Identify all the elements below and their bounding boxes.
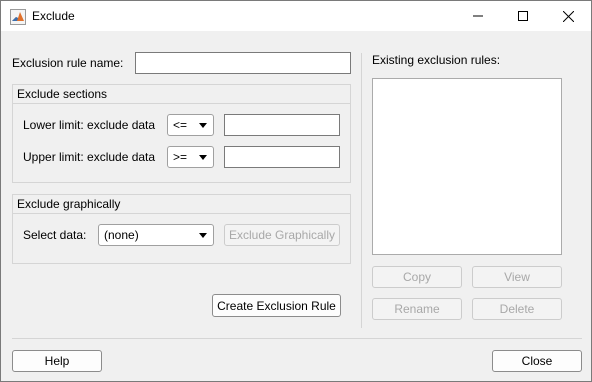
- vertical-divider: [361, 53, 362, 328]
- exclude-sections-title: Exclude sections: [13, 85, 350, 104]
- close-window-button[interactable]: [545, 1, 591, 31]
- close-button[interactable]: Close: [492, 350, 582, 372]
- close-icon: [562, 10, 574, 22]
- window-title: Exclude: [32, 9, 75, 23]
- exclude-graphically-title: Exclude graphically: [13, 195, 350, 214]
- copy-button[interactable]: Copy: [372, 266, 462, 288]
- delete-button[interactable]: Delete: [472, 298, 562, 320]
- select-data-label: Select data:: [23, 228, 87, 242]
- exclude-graphically-button[interactable]: Exclude Graphically: [224, 224, 340, 246]
- title-bar: Exclude: [1, 1, 591, 31]
- lower-limit-input[interactable]: [224, 114, 340, 136]
- select-data-dropdown[interactable]: (none): [98, 224, 214, 246]
- existing-rules-list[interactable]: [372, 78, 562, 255]
- footer-divider: [12, 338, 582, 339]
- chevron-down-icon: [199, 233, 207, 238]
- lower-limit-label: Lower limit: exclude data: [23, 118, 156, 132]
- select-data-value: (none): [104, 228, 139, 242]
- create-exclusion-rule-button[interactable]: Create Exclusion Rule: [212, 294, 341, 317]
- upper-operator-dropdown[interactable]: >=: [167, 146, 214, 168]
- maximize-button[interactable]: [500, 1, 546, 31]
- upper-limit-input[interactable]: [224, 146, 340, 168]
- minimize-button[interactable]: [455, 1, 501, 31]
- existing-rules-label: Existing exclusion rules:: [372, 53, 501, 67]
- matlab-membrane-icon: [10, 9, 26, 25]
- rule-name-input[interactable]: [135, 52, 351, 74]
- chevron-down-icon: [199, 155, 207, 160]
- minimize-icon: [473, 15, 483, 17]
- chevron-down-icon: [199, 123, 207, 128]
- upper-operator-value: >=: [173, 150, 188, 164]
- exclude-dialog: Exclude Exclusion rule name: Exclude sec…: [0, 0, 592, 382]
- view-button[interactable]: View: [472, 266, 562, 288]
- lower-operator-dropdown[interactable]: <=: [167, 114, 214, 136]
- help-button[interactable]: Help: [12, 350, 102, 372]
- rule-name-label: Exclusion rule name:: [12, 56, 124, 70]
- rename-button[interactable]: Rename: [372, 298, 462, 320]
- lower-operator-value: <=: [173, 118, 188, 132]
- upper-limit-label: Upper limit: exclude data: [23, 150, 156, 164]
- maximize-icon: [518, 11, 528, 21]
